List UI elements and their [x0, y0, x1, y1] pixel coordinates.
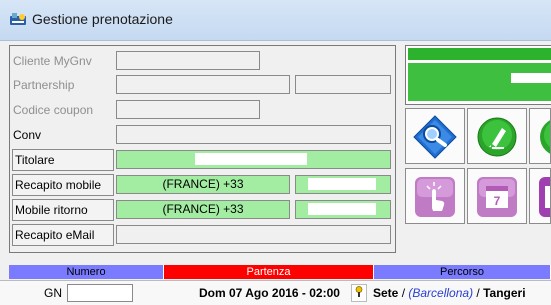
cliente-label: Cliente MyGnv [13, 54, 92, 68]
window-title: Gestione prenotazione [32, 11, 173, 27]
titolare-label: Titolare [12, 149, 114, 171]
recapito-email-input[interactable] [116, 225, 391, 244]
recapito-mobile-label: Recapito mobile [12, 174, 114, 196]
coupon-input[interactable] [116, 100, 260, 119]
partenza-value: Dom 07 Ago 2016 - 02:00 [199, 286, 340, 300]
recapito-mobile-prefix-select[interactable]: (FRANCE) +33 [116, 175, 290, 194]
percorso-separator: / [473, 286, 484, 300]
summary-body [408, 63, 551, 101]
partnership-extra-input[interactable] [295, 75, 391, 94]
hand-touch-icon [415, 177, 455, 217]
app-icon [10, 13, 26, 25]
pencil-icon [477, 117, 517, 157]
title-bar: Gestione prenotazione [0, 0, 551, 41]
summary-value [511, 73, 551, 83]
edit-button[interactable] [467, 108, 527, 164]
column-header-numero[interactable]: Numero [9, 265, 164, 279]
percorso-value: Sete / (Barcellona) / Tangeri [373, 281, 551, 305]
numero-prefix: GN [44, 286, 62, 300]
recapito-mobile-prefix: (FRANCE) +33 [162, 177, 244, 191]
conv-input[interactable] [116, 125, 391, 144]
partnership-label: Partnership [13, 78, 75, 92]
booking-form: Cliente MyGnv Partnership Codice coupon … [9, 45, 396, 253]
recapito-mobile-value [308, 178, 376, 190]
purple-button[interactable] [529, 168, 551, 224]
cliente-input[interactable] [116, 51, 260, 70]
calendar-button[interactable]: 7 [467, 168, 527, 224]
touch-button[interactable] [405, 168, 465, 224]
summary-header-bar [408, 48, 551, 60]
recapito-email-label: Recapito eMail [12, 224, 114, 246]
percorso-to: Tangeri [483, 286, 526, 300]
column-header-percorso[interactable]: Percorso [374, 265, 551, 279]
percorso-via: (Barcellona) [408, 286, 474, 300]
column-header-partenza[interactable]: Partenza [164, 265, 374, 279]
titolare-value [195, 153, 307, 165]
search-button[interactable] [405, 108, 465, 164]
conv-label: Conv [13, 128, 42, 142]
calendar-day: 7 [494, 194, 501, 208]
mobile-ritorno-prefix-select[interactable]: (FRANCE) +33 [116, 200, 290, 219]
partnership-input[interactable] [116, 75, 290, 94]
calendar-icon: 7 [477, 177, 517, 217]
mobile-ritorno-value [308, 203, 376, 215]
confirm-button[interactable] [529, 108, 551, 164]
titolare-input[interactable] [116, 150, 391, 169]
column-header-numero-label: Numero [66, 266, 106, 278]
summary-panel [405, 45, 551, 105]
percorso-from: Sete [373, 286, 399, 300]
numero-input[interactable] [67, 284, 133, 302]
table-row[interactable]: GN Dom 07 Ago 2016 - 02:00 Sete / (Barce… [0, 280, 551, 305]
green-icon [540, 120, 550, 154]
mobile-ritorno-label: Mobile ritorno [12, 199, 114, 221]
mobile-ritorno-prefix: (FRANCE) +33 [162, 202, 244, 216]
recapito-mobile-input[interactable] [295, 175, 391, 194]
purple-icon [539, 177, 550, 217]
column-header-percorso-label: Percorso [439, 266, 485, 278]
column-header-partenza-label: Partenza [246, 266, 291, 278]
percorso-separator: / [398, 286, 409, 300]
coupon-label: Codice coupon [13, 103, 94, 117]
magnifier-icon [413, 115, 457, 159]
mobile-ritorno-input[interactable] [295, 200, 391, 219]
info-icon[interactable] [351, 284, 367, 302]
